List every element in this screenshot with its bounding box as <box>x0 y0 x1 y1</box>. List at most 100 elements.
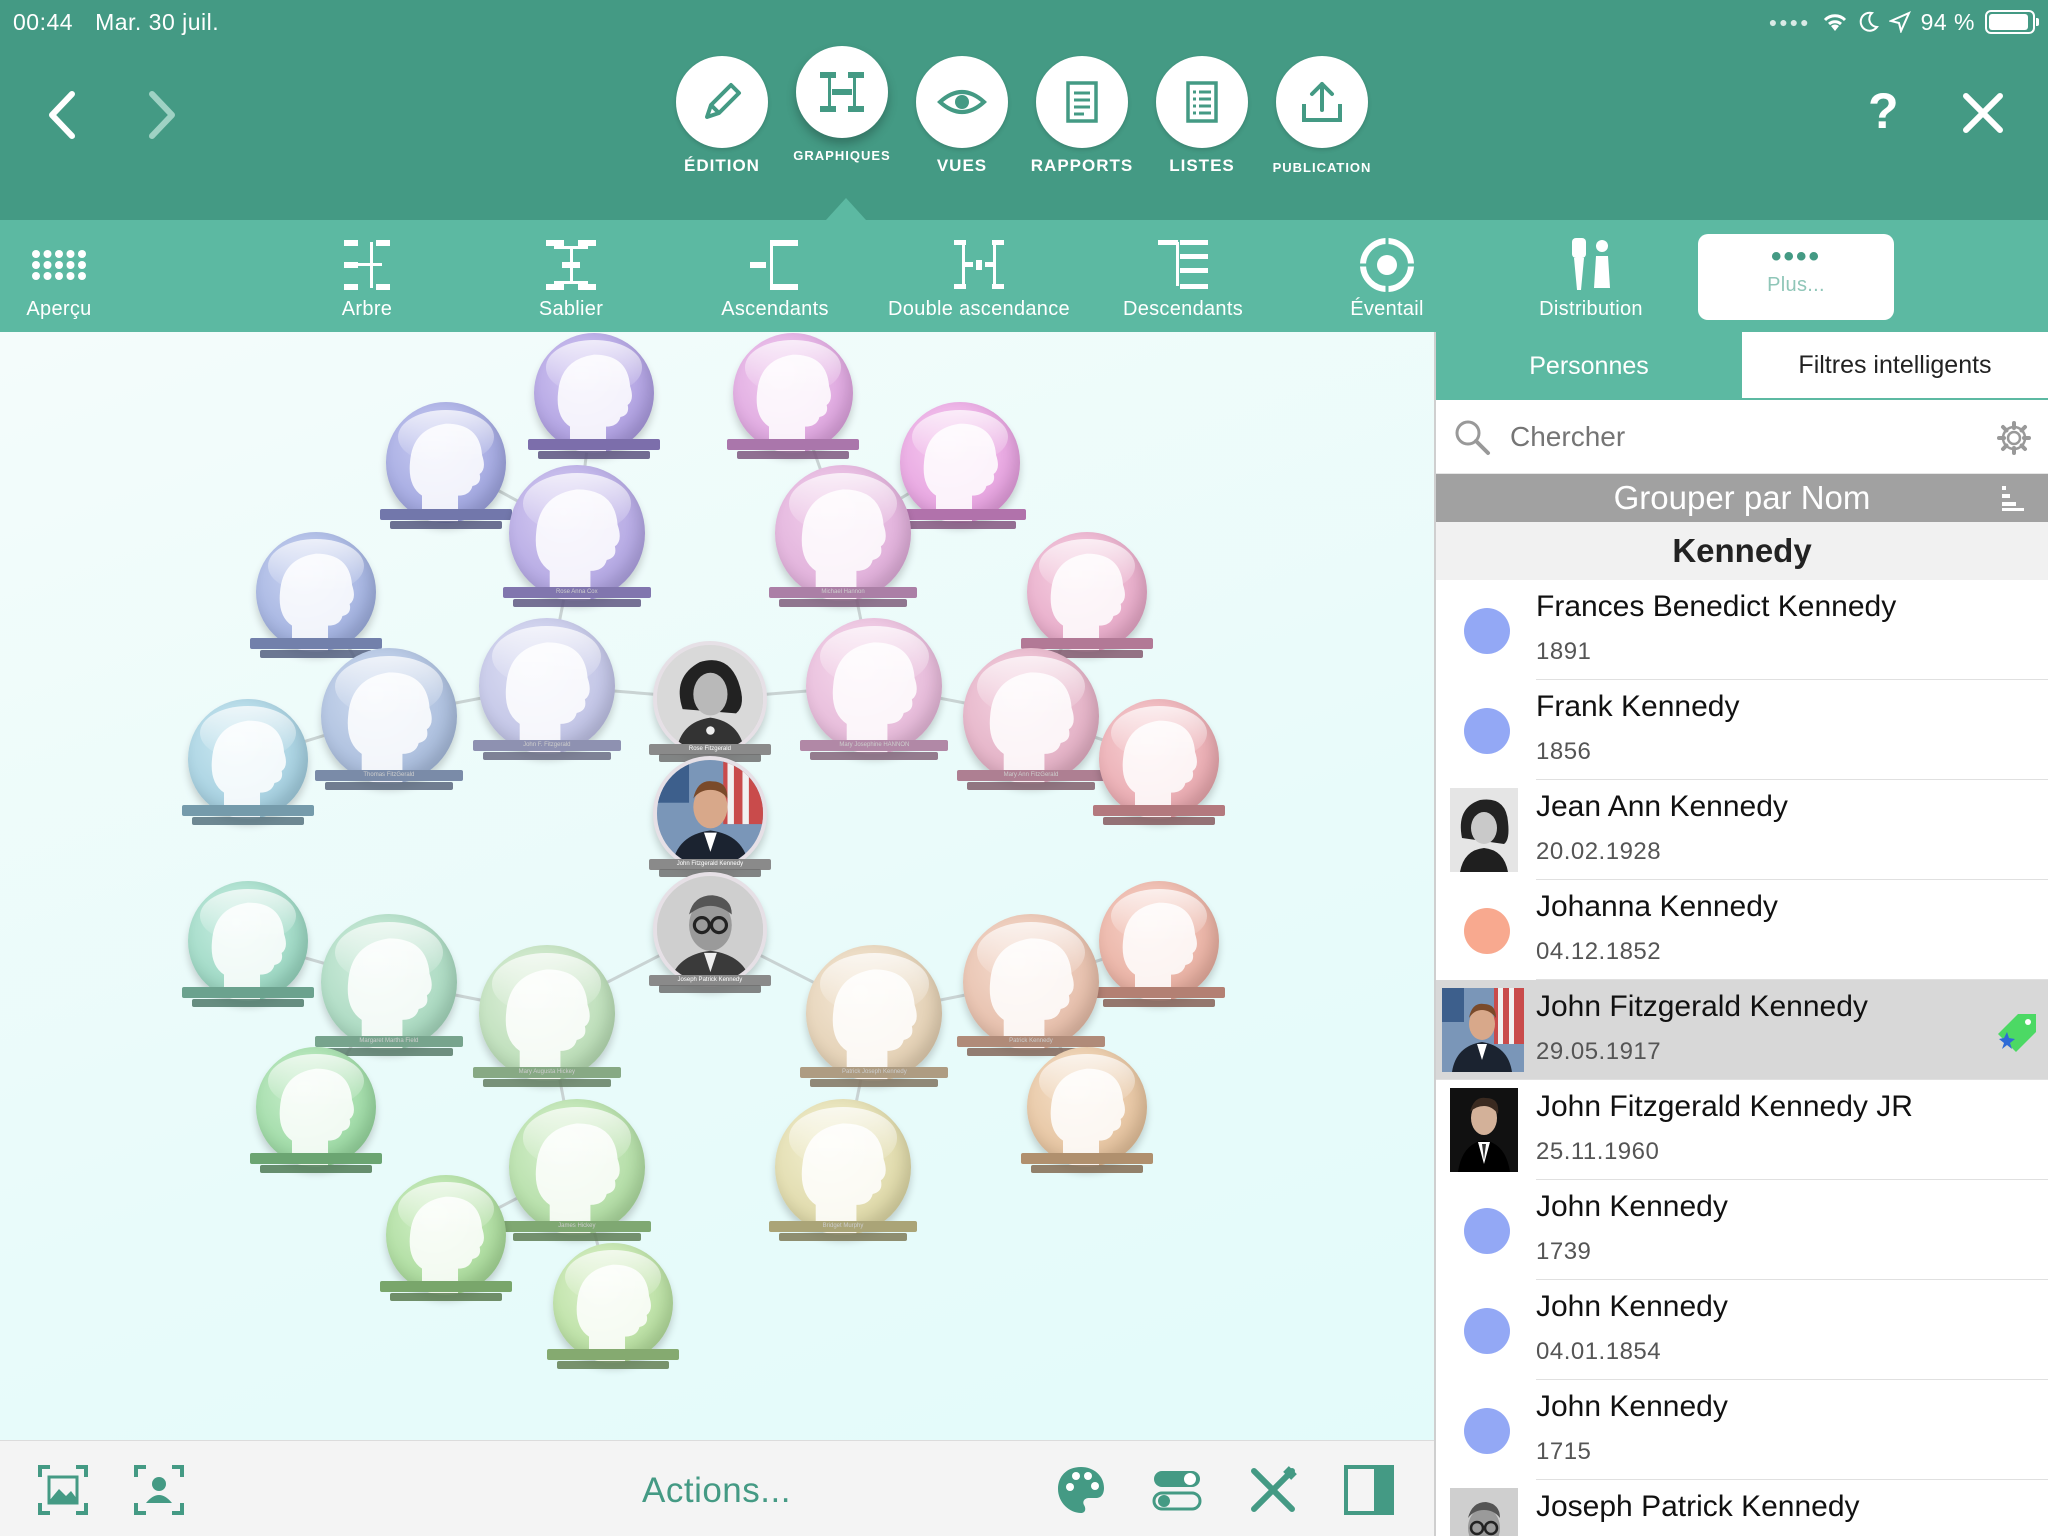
gear-icon[interactable] <box>1996 420 2032 456</box>
chart-type-arbre[interactable]: Arbre <box>272 234 462 324</box>
person-node[interactable]: Bridget Murphy <box>769 1099 917 1259</box>
sidebar-toggle-icon[interactable] <box>1342 1463 1396 1517</box>
person-node[interactable] <box>1021 1047 1154 1191</box>
chart-type-ascendants[interactable]: Ascendants <box>680 234 870 324</box>
rapports-label: RAPPORTS <box>1030 156 1134 175</box>
tools-icon[interactable] <box>1246 1463 1300 1517</box>
tab-filtres-intelligents[interactable]: Filtres intelligents <box>1742 332 2048 400</box>
person-list-item[interactable]: John Kennedy 04.01.1854 <box>1464 1280 2048 1380</box>
sort-icon[interactable] <box>2000 484 2026 512</box>
rapports-button[interactable]: RAPPORTS <box>1031 56 1132 176</box>
chart-type-bar: Aperçu Arbre Sablier Ascendants Double a… <box>0 198 2048 332</box>
person-node[interactable]: Patrick Joseph Kennedy <box>800 945 949 1105</box>
active-section-pointer <box>826 198 866 220</box>
person-list-item[interactable]: Johanna Kennedy 04.12.1852 <box>1464 880 2048 980</box>
moon-icon <box>1859 11 1879 32</box>
actions-button[interactable]: Actions... <box>642 1471 791 1511</box>
person-name-ribbon: Thomas FitzGerald <box>315 769 463 781</box>
toggles-icon[interactable] <box>1150 1463 1204 1517</box>
person-node[interactable] <box>547 1242 680 1387</box>
person-name-ribbon: Bridget Murphy <box>769 1221 917 1233</box>
person-date: 25.11.1960 <box>1536 1138 1660 1165</box>
chart-type-distribution[interactable]: Distribution <box>1496 234 1686 324</box>
bottom-toolbar: Actions... <box>0 1440 1434 1536</box>
person-avatar <box>1098 698 1219 819</box>
tab-personnes[interactable]: Personnes <box>1436 332 1742 400</box>
person-list-item[interactable]: Frank Kennedy 1856 <box>1464 680 2048 780</box>
person-node[interactable]: Thomas FitzGerald <box>315 647 463 808</box>
graphiques-button[interactable]: GRAPHIQUES <box>793 46 890 176</box>
palette-icon[interactable] <box>1054 1463 1108 1517</box>
person-date-ribbon <box>191 999 304 1008</box>
person-avatar <box>321 914 457 1050</box>
person-date: 04.01.1854 <box>1536 1338 1662 1365</box>
person-frame-icon[interactable] <box>132 1463 186 1517</box>
person-list-item[interactable]: John Kennedy 1715 <box>1464 1380 2048 1480</box>
person-thumbnail <box>1450 1088 1518 1172</box>
person-list-item[interactable]: John Fitzgerald Kennedy JR 25.11.1960 <box>1450 1080 2048 1180</box>
chart-type-label: Sablier <box>538 298 604 320</box>
person-date: 29.05.1917 <box>1536 1038 1662 1065</box>
image-frame-icon[interactable] <box>36 1463 90 1517</box>
person-photo <box>652 756 768 871</box>
chart-canvas[interactable]: Rose Anna Cox Thomas FitzGerald John F. … <box>0 332 1434 1440</box>
grid-dots-icon <box>32 250 86 280</box>
person-date-ribbon <box>482 751 611 760</box>
vues-button[interactable]: VUES <box>916 56 1008 176</box>
person-node[interactable]: Rose Anna Cox <box>502 465 651 625</box>
person-list-item[interactable]: John Fitzgerald Kennedy 29.05.1917 <box>1436 980 2048 1080</box>
group-by-bar[interactable]: Grouper par Nom <box>1436 474 2048 522</box>
forward-button[interactable] <box>132 80 192 150</box>
person-list-item[interactable]: Jean Ann Kennedy 20.02.1928 <box>1450 780 2048 880</box>
person-node[interactable]: Mary Josephine HANNON <box>800 617 949 778</box>
listes-button[interactable]: LISTES <box>1156 56 1248 176</box>
person-node[interactable]: John F. Fitzgerald <box>472 617 621 778</box>
person-node[interactable] <box>1092 698 1225 843</box>
chart-type-eventail[interactable]: Éventail <box>1292 234 1482 324</box>
person-node[interactable] <box>894 402 1027 546</box>
person-node[interactable]: Mary Augusta Hickey <box>472 945 621 1105</box>
publication-label: PUBLICATION <box>1272 160 1372 175</box>
person-avatar <box>900 402 1021 523</box>
person-node[interactable] <box>1092 881 1225 1025</box>
group-header: Kennedy <box>1436 522 2048 580</box>
person-node[interactable] <box>527 333 660 477</box>
root-person-node[interactable]: Joseph Patrick Kennedy <box>648 872 772 1009</box>
vues-label: VUES <box>936 156 988 175</box>
person-node[interactable] <box>181 881 314 1025</box>
person-node[interactable]: James Hickey <box>502 1099 651 1259</box>
person-name-ribbon <box>380 508 513 520</box>
search-bar <box>1436 400 2048 474</box>
person-node[interactable] <box>181 698 314 843</box>
person-gender-dot <box>1464 908 1510 954</box>
person-node[interactable]: Michael Hannon <box>769 465 917 625</box>
back-button[interactable] <box>32 80 92 150</box>
persons-panel: Personnes Filtres intelligents Grouper p… <box>1434 332 2048 1536</box>
person-avatar <box>553 1242 674 1363</box>
person-node[interactable] <box>249 1047 382 1191</box>
close-icon[interactable] <box>1958 88 2008 138</box>
chart-type-double-ascendance[interactable]: Double ascendance <box>884 234 1074 324</box>
person-node[interactable] <box>727 333 860 477</box>
chart-type-sablier[interactable]: Sablier <box>476 234 666 324</box>
person-date: 1739 <box>1536 1238 1592 1265</box>
tree-chart-icon <box>344 240 390 290</box>
person-node[interactable] <box>380 402 513 546</box>
report-icon <box>1066 81 1098 123</box>
chart-type-apercu[interactable]: Aperçu <box>0 234 154 324</box>
person-list-item[interactable]: John Kennedy 1739 <box>1464 1180 2048 1280</box>
person-date-ribbon <box>390 1293 503 1302</box>
person-avatar <box>775 1099 911 1236</box>
person-name-ribbon: James Hickey <box>502 1221 651 1233</box>
person-list-item[interactable]: Joseph Patrick Kennedy <box>1450 1480 2048 1536</box>
publication-button[interactable]: PUBLICATION <box>1273 56 1370 176</box>
search-input[interactable] <box>1510 420 1950 453</box>
person-name-ribbon <box>1092 987 1225 999</box>
help-button[interactable]: ? <box>1868 82 1899 140</box>
person-node[interactable]: Mary Ann FitzGerald <box>957 647 1105 808</box>
chart-type-descendants[interactable]: Descendants <box>1088 234 1278 324</box>
edition-button[interactable]: ÉDITION <box>676 56 768 176</box>
person-list-item[interactable]: Frances Benedict Kennedy 1891 <box>1464 580 2048 680</box>
chart-type-plus[interactable]: •••• Plus... <box>1698 234 1894 320</box>
person-node[interactable] <box>380 1175 513 1319</box>
